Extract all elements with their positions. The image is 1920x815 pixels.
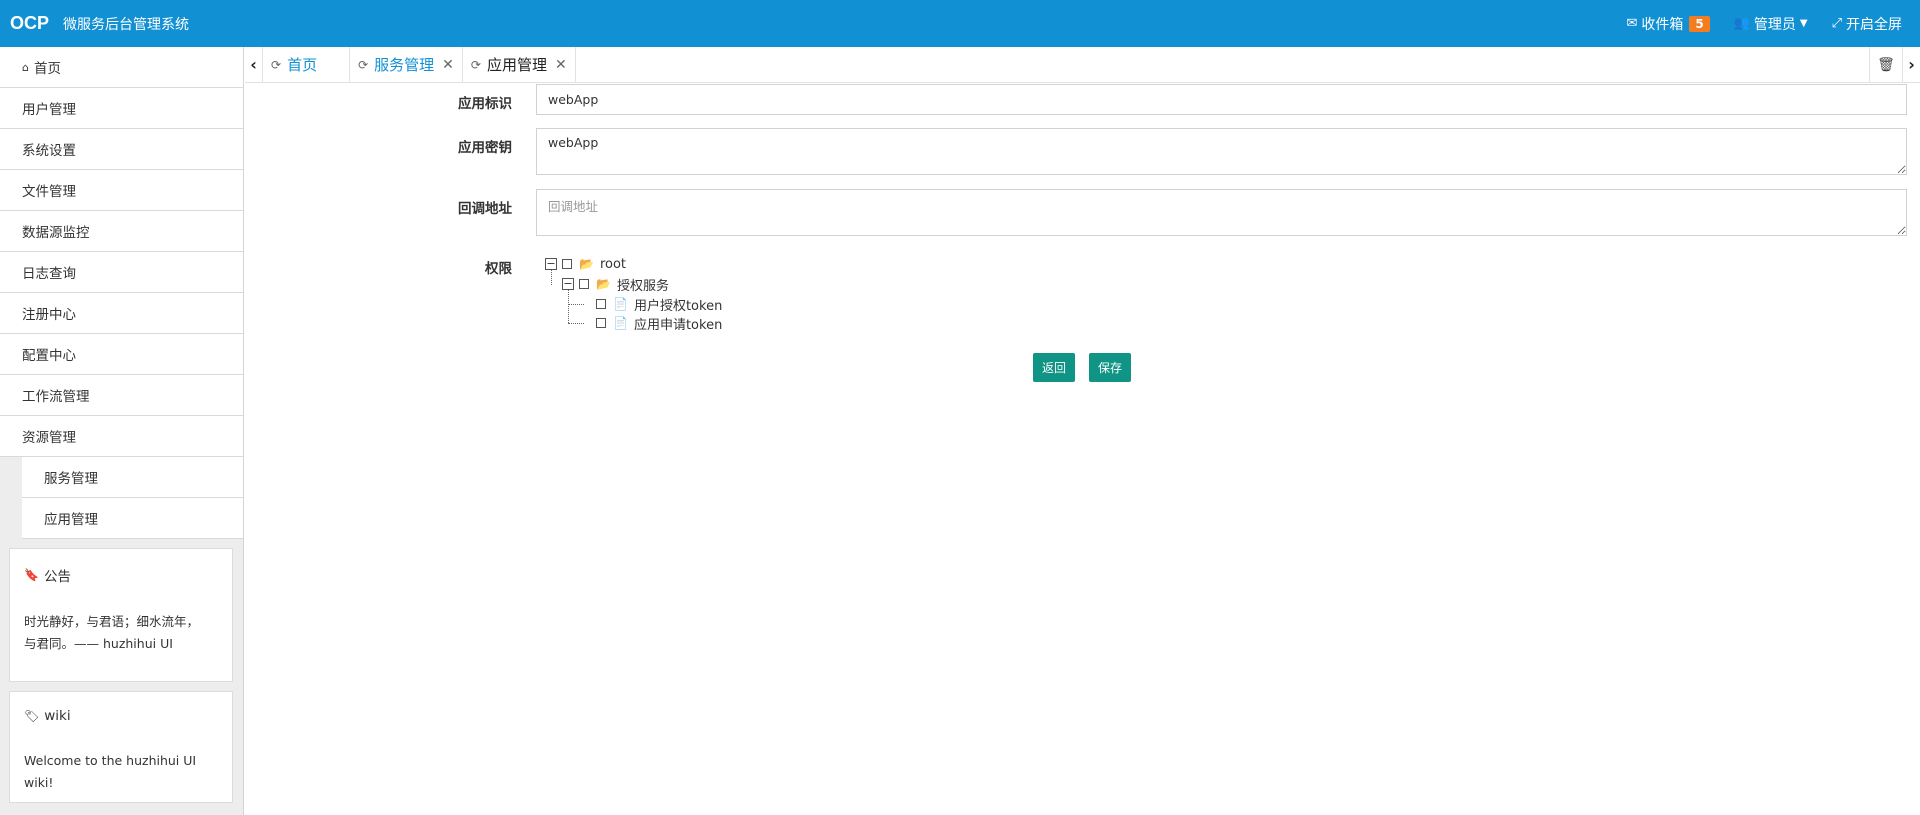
wiki-title: 🏷 wiki xyxy=(24,708,218,724)
bookmark-icon: 🔖 xyxy=(24,568,39,582)
tree-node-root: − 📂 root xyxy=(545,255,626,273)
app-secret-label: 应用密钥 xyxy=(458,140,512,156)
close-icon[interactable]: ✕ xyxy=(442,57,454,73)
folder-open-icon: 📂 xyxy=(596,277,611,291)
wiki-panel: 🏷 wiki Welcome to the huzhihui UI wiki! xyxy=(9,691,233,803)
folder-open-icon: 📂 xyxy=(579,257,594,271)
users-icon: 👥 xyxy=(1733,16,1750,31)
tab-label: 服务管理 xyxy=(374,56,435,74)
collapse-icon[interactable]: − xyxy=(545,258,557,270)
app-id-input[interactable] xyxy=(536,84,1907,115)
tab-label: 应用管理 xyxy=(486,56,547,74)
sidebar-item-workflow[interactable]: 工作流管理 xyxy=(0,375,243,416)
sidebar-subitem-apps[interactable]: 应用管理 xyxy=(22,498,243,539)
fullscreen-label: 开启全屏 xyxy=(1846,16,1902,33)
top-header: OCP 微服务后台管理系统 ✉ 收件箱 5 👥 管理员 ▼ ⤢ 开启全屏 xyxy=(0,0,1920,47)
envelope-icon: ✉ xyxy=(1626,16,1638,31)
notice-line-1: 时光静好，与君语；细水流年， xyxy=(24,614,200,629)
sidebar-item-datasource[interactable]: 数据源监控 xyxy=(0,211,243,252)
logo: OCP xyxy=(10,13,50,33)
tree-node-group: − 📂 授权服务 xyxy=(562,275,669,294)
tree-checkbox[interactable] xyxy=(596,299,606,309)
tree-node-label: root xyxy=(599,256,627,272)
refresh-icon[interactable]: ⟳ xyxy=(271,58,281,72)
tab-services[interactable]: ⟳ 服务管理 ✕ xyxy=(350,47,463,82)
notice-panel: 🔖 公告 时光静好，与君语；细水流年， 与君同。—— huzhihui UI xyxy=(9,548,233,682)
sidebar-item-files[interactable]: 文件管理 xyxy=(0,170,243,211)
file-icon: 📄 xyxy=(613,316,628,330)
tab-home[interactable]: ⟳ 首页 xyxy=(263,47,351,82)
home-icon: ⌂ xyxy=(22,60,29,74)
file-icon: 📄 xyxy=(613,297,628,311)
notice-line-2: 与君同。—— huzhihui UI xyxy=(24,636,173,651)
inbox-label: 收件箱 xyxy=(1641,16,1684,33)
notice-title: 🔖 公告 xyxy=(24,565,218,585)
inbox-badge: 5 xyxy=(1689,15,1710,32)
expand-icon: ⤢ xyxy=(1831,16,1842,31)
app-secret-textarea[interactable]: webApp xyxy=(536,128,1907,175)
wiki-body: Welcome to the huzhihui UI wiki! xyxy=(24,753,197,790)
app-id-label: 应用标识 xyxy=(458,96,512,112)
tree-node-label: 应用申请token xyxy=(633,317,723,333)
sidebar-item-users[interactable]: 用户管理 xyxy=(0,88,243,129)
system-name: 微服务后台管理系统 xyxy=(63,16,190,33)
save-button[interactable]: 保存 xyxy=(1089,353,1132,382)
header-actions: ✉ 收件箱 5 👥 管理员 ▼ ⤢ 开启全屏 xyxy=(1602,0,1902,47)
tab-apps[interactable]: ⟳ 应用管理 ✕ xyxy=(462,47,576,82)
sidebar-item-label: 首页 xyxy=(33,61,61,77)
tree-line xyxy=(568,323,584,324)
notice-body: 时光静好，与君语；细水流年， 与君同。—— huzhihui UI xyxy=(24,611,218,655)
sidebar-item-logs[interactable]: 日志查询 xyxy=(0,252,243,293)
user-menu[interactable]: 👥 管理员 ▼ xyxy=(1734,14,1808,34)
callback-textarea[interactable] xyxy=(536,189,1907,236)
permission-label: 权限 xyxy=(485,261,512,277)
tab-spacer xyxy=(576,47,1869,82)
callback-label: 回调地址 xyxy=(458,201,512,217)
back-button[interactable]: 返回 xyxy=(1033,353,1076,382)
tree-checkbox[interactable] xyxy=(596,318,606,328)
tree-node-leaf: 📄 应用申请token xyxy=(596,314,723,333)
sidebar-subitem-services[interactable]: 服务管理 xyxy=(22,457,243,498)
sidebar-item-config[interactable]: 配置中心 xyxy=(0,334,243,375)
fullscreen-button[interactable]: ⤢ 开启全屏 xyxy=(1832,14,1902,34)
tree-node-label: 用户授权token xyxy=(633,298,723,314)
close-icon[interactable]: ✕ xyxy=(555,57,567,73)
refresh-icon[interactable]: ⟳ xyxy=(358,58,368,72)
sidebar: ⌂ 首页 用户管理 系统设置 文件管理 数据源监控 日志查询 注册中心 配置中心… xyxy=(0,47,244,815)
refresh-icon[interactable]: ⟳ xyxy=(471,58,481,72)
tab-bar: ‹ ⟳ 首页 ⟳ 服务管理 ✕ ⟳ 应用管理 ✕ 🗑 › xyxy=(245,47,1920,83)
sidebar-item-resources[interactable]: 资源管理 xyxy=(0,416,243,457)
sidebar-item-home[interactable]: ⌂ 首页 xyxy=(0,47,243,88)
tree-checkbox[interactable] xyxy=(562,259,572,269)
tree-checkbox[interactable] xyxy=(579,279,589,289)
tree-line xyxy=(568,304,584,305)
notice-title-text: 公告 xyxy=(43,569,71,585)
user-label: 管理员 xyxy=(1753,16,1796,33)
tab-label: 首页 xyxy=(287,56,318,74)
trash-icon[interactable]: 🗑 xyxy=(1869,47,1902,82)
sidebar-item-registry[interactable]: 注册中心 xyxy=(0,293,243,334)
tree-node-label: 授权服务 xyxy=(616,278,669,294)
sidebar-item-settings[interactable]: 系统设置 xyxy=(0,129,243,170)
tab-scroll-left-icon[interactable]: ‹ xyxy=(245,47,263,82)
inbox-button[interactable]: ✉ 收件箱 5 xyxy=(1626,14,1710,34)
tag-icon: 🏷 xyxy=(24,709,40,723)
tree-node-leaf: 📄 用户授权token xyxy=(596,295,723,314)
tab-scroll-right-icon[interactable]: › xyxy=(1902,47,1920,82)
collapse-icon[interactable]: − xyxy=(562,278,574,290)
wiki-title-text: wiki xyxy=(44,708,71,724)
caret-down-icon: ▼ xyxy=(1799,18,1808,29)
